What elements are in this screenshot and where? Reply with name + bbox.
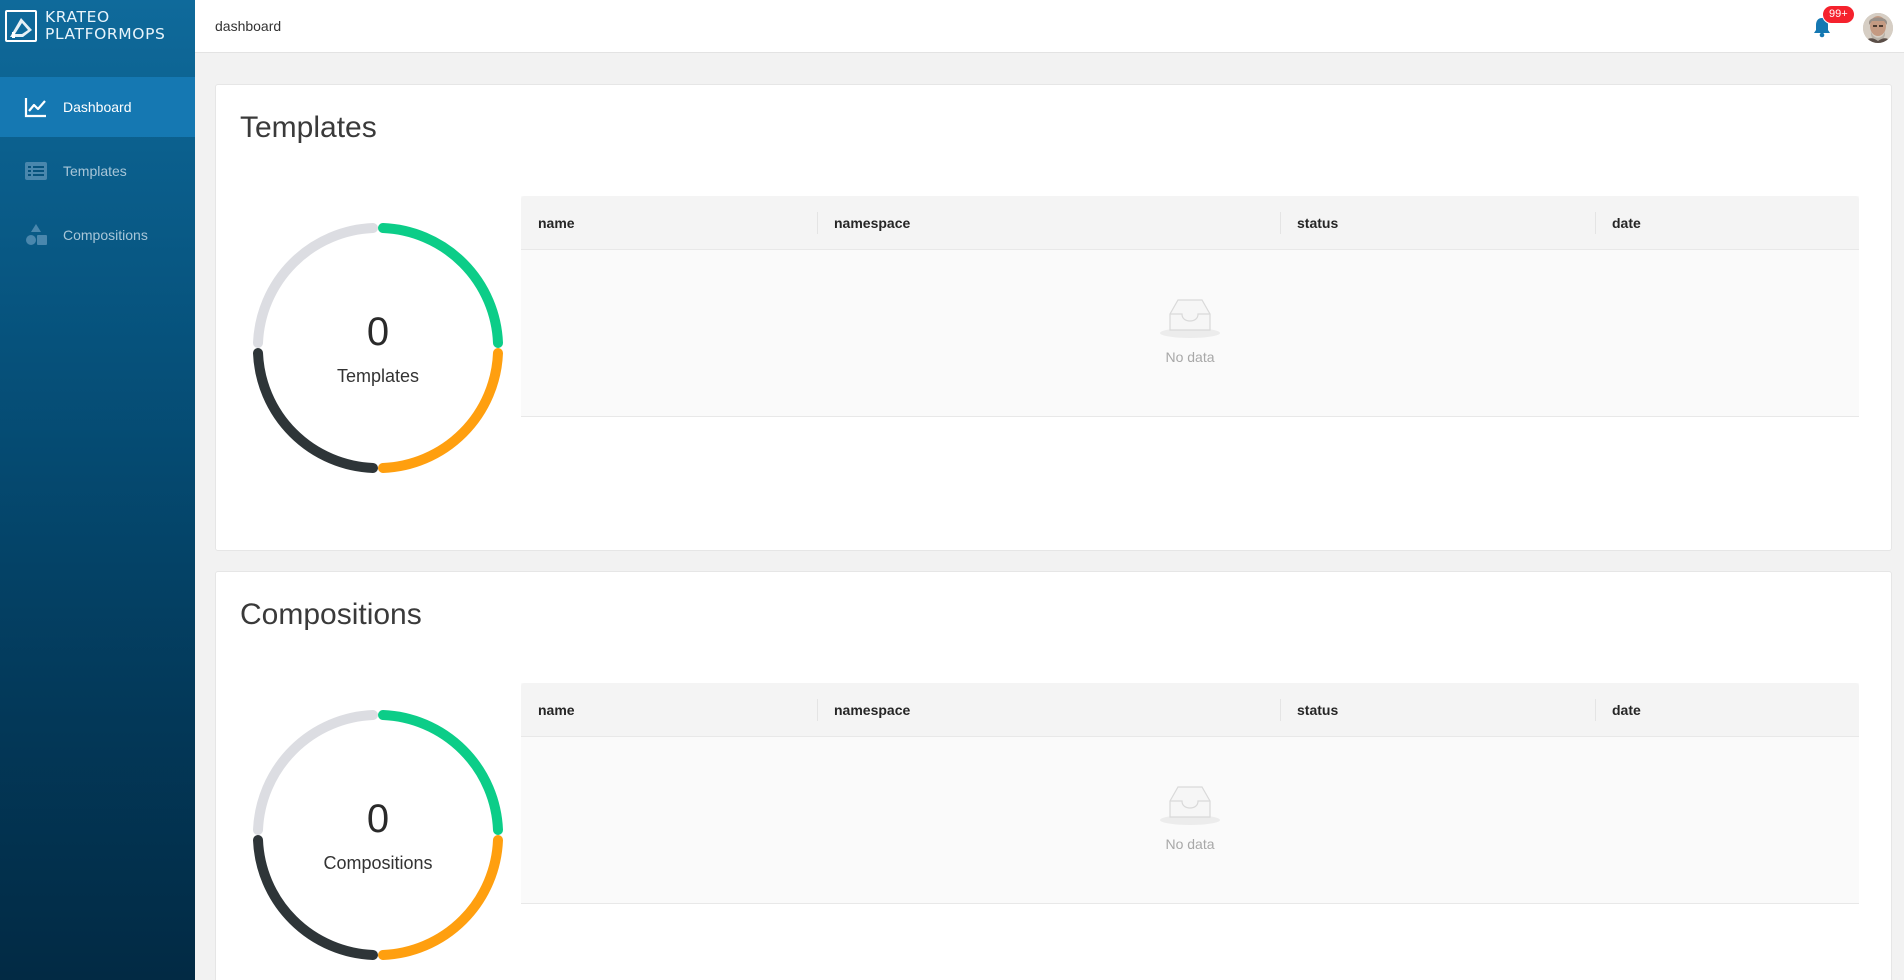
krateo-logo-icon	[5, 10, 37, 42]
column-header-date[interactable]: date	[1595, 196, 1859, 249]
column-header-name[interactable]: name	[521, 683, 817, 736]
sidebar-nav: Dashboard Templates Compositions	[0, 77, 195, 265]
compositions-table: name namespace status date No data	[521, 683, 1859, 904]
top-header: dashboard 99+	[195, 0, 1904, 53]
column-header-namespace[interactable]: namespace	[817, 683, 1280, 736]
templates-count: 0	[366, 310, 390, 354]
shapes-icon	[24, 223, 48, 247]
compositions-title: Compositions	[240, 598, 422, 631]
table-body: No data	[521, 737, 1859, 903]
breadcrumb: dashboard	[215, 18, 282, 34]
table-body: No data	[521, 250, 1859, 416]
sidebar: KRATEO PLATFORMOPS Dashboard Templates C…	[0, 0, 195, 980]
column-header-status[interactable]: status	[1280, 683, 1595, 736]
empty-state: No data	[521, 783, 1859, 852]
templates-count-label: Templates	[336, 366, 420, 386]
empty-inbox-icon	[1158, 786, 1222, 831]
list-icon	[24, 159, 48, 183]
empty-text: No data	[1165, 349, 1215, 365]
logo-title-line2: PLATFORMOPS	[45, 25, 166, 43]
compositions-count: 0	[366, 797, 390, 841]
sidebar-item-label: Dashboard	[63, 99, 132, 115]
notification-badge: 99+	[1822, 5, 1855, 24]
empty-text: No data	[1165, 836, 1215, 852]
compositions-donut-chart: 0 Compositions	[250, 707, 506, 963]
sidebar-item-label: Compositions	[63, 227, 148, 243]
column-header-namespace[interactable]: namespace	[817, 196, 1280, 249]
sidebar-item-dashboard[interactable]: Dashboard	[0, 77, 195, 137]
templates-card: Templates 0 Templates name namespace sta…	[215, 84, 1892, 551]
sidebar-item-templates[interactable]: Templates	[0, 141, 195, 201]
app-logo[interactable]: KRATEO PLATFORMOPS	[0, 0, 195, 52]
empty-state: No data	[521, 296, 1859, 365]
templates-table: name namespace status date No data	[521, 196, 1859, 417]
empty-inbox-icon	[1158, 299, 1222, 344]
table-header: name namespace status date	[521, 196, 1859, 250]
compositions-count-label: Compositions	[323, 853, 433, 873]
table-header: name namespace status date	[521, 683, 1859, 737]
compositions-card: Compositions 0 Compositions name namespa…	[215, 571, 1892, 980]
templates-title: Templates	[240, 111, 377, 144]
column-header-date[interactable]: date	[1595, 683, 1859, 736]
column-header-name[interactable]: name	[521, 196, 817, 249]
logo-title-line1: KRATEO	[45, 8, 110, 26]
sidebar-item-compositions[interactable]: Compositions	[0, 205, 195, 265]
line-chart-icon	[24, 95, 48, 119]
column-header-status[interactable]: status	[1280, 196, 1595, 249]
sidebar-item-label: Templates	[63, 163, 127, 179]
user-avatar[interactable]	[1863, 13, 1893, 43]
templates-donut-chart: 0 Templates	[250, 220, 506, 476]
